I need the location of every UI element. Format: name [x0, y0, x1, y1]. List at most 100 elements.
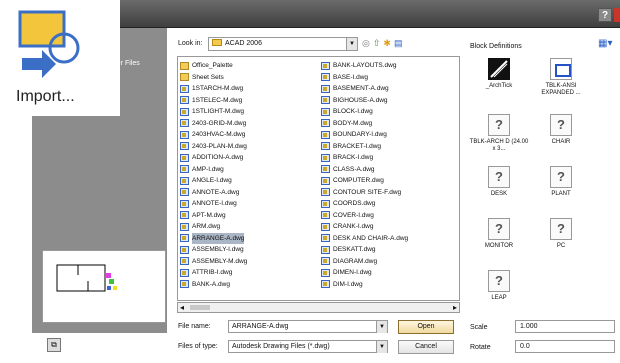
import-ribbon-button[interactable]: Import...	[0, 0, 120, 116]
file-list-item[interactable]: COVER-I.dwg	[321, 210, 459, 222]
cancel-button[interactable]: Cancel	[398, 340, 454, 354]
back-icon[interactable]: ◎	[362, 38, 370, 49]
file-name-field[interactable]: ARRANGE-A.dwg ▼	[228, 320, 388, 333]
dwg-file-icon	[321, 199, 330, 208]
file-list-item[interactable]: DESK AND CHAIR-A.dwg	[321, 233, 459, 245]
file-list-item[interactable]: BRACK-I.dwg	[321, 152, 459, 164]
file-name: DIM-I.dwg	[333, 280, 363, 288]
file-name: CONTOUR SITE-F.dwg	[333, 188, 402, 196]
open-button[interactable]: Open	[398, 320, 454, 334]
block-definition-item[interactable]: TBLK-ANSI EXPANDED ...	[530, 58, 592, 97]
file-list-item[interactable]: Sheet Sets	[180, 72, 320, 84]
file-list-item[interactable]: BRACKET-I.dwg	[321, 141, 459, 153]
file-list-item[interactable]: ASSEMBLY-I.dwg	[180, 244, 320, 256]
file-list-item[interactable]: CONTOUR SITE-F.dwg	[321, 187, 459, 199]
tree-toggle-button[interactable]: ⧉	[47, 338, 61, 352]
close-icon[interactable]	[614, 8, 620, 22]
file-list-item[interactable]: BODY-M.dwg	[321, 118, 459, 130]
file-name: BODY-M.dwg	[333, 119, 373, 127]
file-list-item[interactable]: BANK-A.dwg	[180, 279, 320, 291]
block-definition-item[interactable]: _ArchTick	[468, 58, 530, 90]
file-list-item[interactable]: ARRANGE-A.dwg	[180, 232, 320, 244]
dwg-file-icon	[180, 234, 189, 243]
block-definition-item[interactable]: ? MONITOR	[468, 218, 530, 250]
file-name: BLOCK-I.dwg	[333, 108, 373, 115]
scroll-left-icon[interactable]: ◂	[180, 303, 184, 312]
block-definition-item[interactable]: ? PLANT	[530, 166, 592, 198]
file-list-item[interactable]: DIM-I.dwg	[321, 279, 459, 291]
look-in-label: Look in:	[178, 40, 203, 47]
file-list-item[interactable]: DESKATT.dwg	[321, 244, 459, 256]
file-list-item[interactable]: BASEMENT-A.dwg	[321, 83, 459, 95]
file-name: 2403-GRID-M.dwg	[192, 119, 247, 127]
file-list-item[interactable]: 1STLIGHT-M.dwg	[180, 106, 320, 118]
file-list-item[interactable]: COORDS.dwg	[321, 198, 459, 210]
chevron-down-icon[interactable]: ▼	[376, 341, 387, 353]
file-list-item[interactable]: DIAGRAM.dwg	[321, 256, 459, 268]
block-definition-item[interactable]: ? CHAIR	[530, 114, 592, 146]
file-list-item[interactable]: DIMEN-I.dwg	[321, 267, 459, 279]
unknown-block-icon: ?	[550, 166, 572, 188]
file-list-item[interactable]: BOUNDARY-I.dwg	[321, 129, 459, 141]
dwg-file-icon	[321, 280, 330, 289]
file-list-item[interactable]: BANK-LAYOUTS.dwg	[321, 60, 459, 72]
file-name: ATTRIB-I.dwg	[192, 269, 233, 276]
file-list-item[interactable]: ANNOTE-A.dwg	[180, 187, 320, 199]
file-list-item[interactable]: ARM.dwg	[180, 221, 320, 233]
scale-field[interactable]: 1.000	[515, 320, 615, 333]
dwg-file-icon	[180, 222, 189, 231]
dwg-file-icon	[321, 107, 330, 116]
file-list-item[interactable]: 1STELEC-M.dwg	[180, 95, 320, 107]
file-name: AMP-I.dwg	[192, 165, 224, 173]
file-list-item[interactable]: AMP-I.dwg	[180, 164, 320, 176]
dwg-file-icon	[321, 96, 330, 105]
file-list-item[interactable]: CRANK-I.dwg	[321, 221, 459, 233]
help-icon[interactable]: ?	[598, 8, 612, 22]
file-list-item[interactable]: APT-M.dwg	[180, 210, 320, 222]
view-options-icon[interactable]: ▦▾	[598, 38, 612, 49]
file-type-dropdown[interactable]: Autodesk Drawing Files (*.dwg) ▼	[228, 340, 388, 353]
file-list-item[interactable]: 2403HVAC-M.dwg	[180, 129, 320, 141]
file-list[interactable]: Office_Palette Sheet Sets 1STARCH-M.dwg 1ST…	[177, 56, 460, 301]
import-icon	[18, 10, 80, 78]
block-definition-label: TBLK-ANSI EXPANDED ...	[541, 83, 581, 96]
dwg-file-icon	[321, 142, 330, 151]
look-in-dropdown[interactable]: ACAD 2006 ▼	[208, 37, 358, 51]
file-name: ADDITION-A.dwg	[192, 154, 244, 161]
up-folder-icon[interactable]: ⇧	[373, 38, 381, 49]
file-list-item[interactable]: ATTRIB-I.dwg	[180, 267, 320, 279]
block-definition-item[interactable]: ? TBLK-ARCH D (24.00 x 3...	[468, 114, 530, 153]
file-list-item[interactable]: CLASS-A.dwg	[321, 164, 459, 176]
dwg-file-icon	[180, 107, 189, 116]
dwg-file-icon	[321, 165, 330, 174]
file-list-item[interactable]: Office_Palette	[180, 60, 320, 72]
block-definition-item[interactable]: ? LEAP	[468, 270, 530, 302]
file-list-item[interactable]: 2403-PLAN-M.dwg	[180, 141, 320, 153]
import-label: Import...	[16, 88, 75, 105]
file-list-item[interactable]: 2403-GRID-M.dwg	[180, 118, 320, 130]
file-list-item[interactable]: ADDITION-A.dwg	[180, 152, 320, 164]
block-definition-item[interactable]: ? PC	[530, 218, 592, 250]
scroll-right-icon[interactable]: ▸	[453, 303, 457, 312]
dwg-file-icon	[180, 245, 189, 254]
block-definition-item[interactable]: ? DESK	[468, 166, 530, 198]
file-list-item[interactable]: 1STARCH-M.dwg	[180, 83, 320, 95]
file-column-2: BANK-LAYOUTS.dwg BASE-I.dwg BASEMENT-A.dwg…	[321, 60, 459, 291]
chevron-down-icon[interactable]: ▼	[346, 38, 357, 50]
chevron-down-icon[interactable]: ▼	[376, 321, 387, 333]
horizontal-scrollbar[interactable]: ◂ ▸	[177, 302, 460, 313]
scroll-thumb[interactable]	[190, 305, 210, 310]
file-column-1: Office_Palette Sheet Sets 1STARCH-M.dwg 1ST…	[180, 60, 320, 290]
rotate-field[interactable]: 0.0	[515, 340, 615, 353]
views-icon[interactable]: ▤	[394, 38, 403, 49]
file-list-item[interactable]: COMPUTER.dwg	[321, 175, 459, 187]
file-list-item[interactable]: BASE-I.dwg	[321, 72, 459, 84]
file-list-item[interactable]: ANNOTE-I.dwg	[180, 198, 320, 210]
dwg-file-icon	[321, 73, 330, 82]
new-folder-icon[interactable]: ✱	[383, 38, 391, 49]
file-list-item[interactable]: BIGHOUSE-A.dwg	[321, 95, 459, 107]
dwg-file-icon	[321, 188, 330, 197]
file-list-item[interactable]: ANGLE-I.dwg	[180, 175, 320, 187]
file-list-item[interactable]: ASSEMBLY-M.dwg	[180, 256, 320, 268]
file-list-item[interactable]: BLOCK-I.dwg	[321, 106, 459, 118]
